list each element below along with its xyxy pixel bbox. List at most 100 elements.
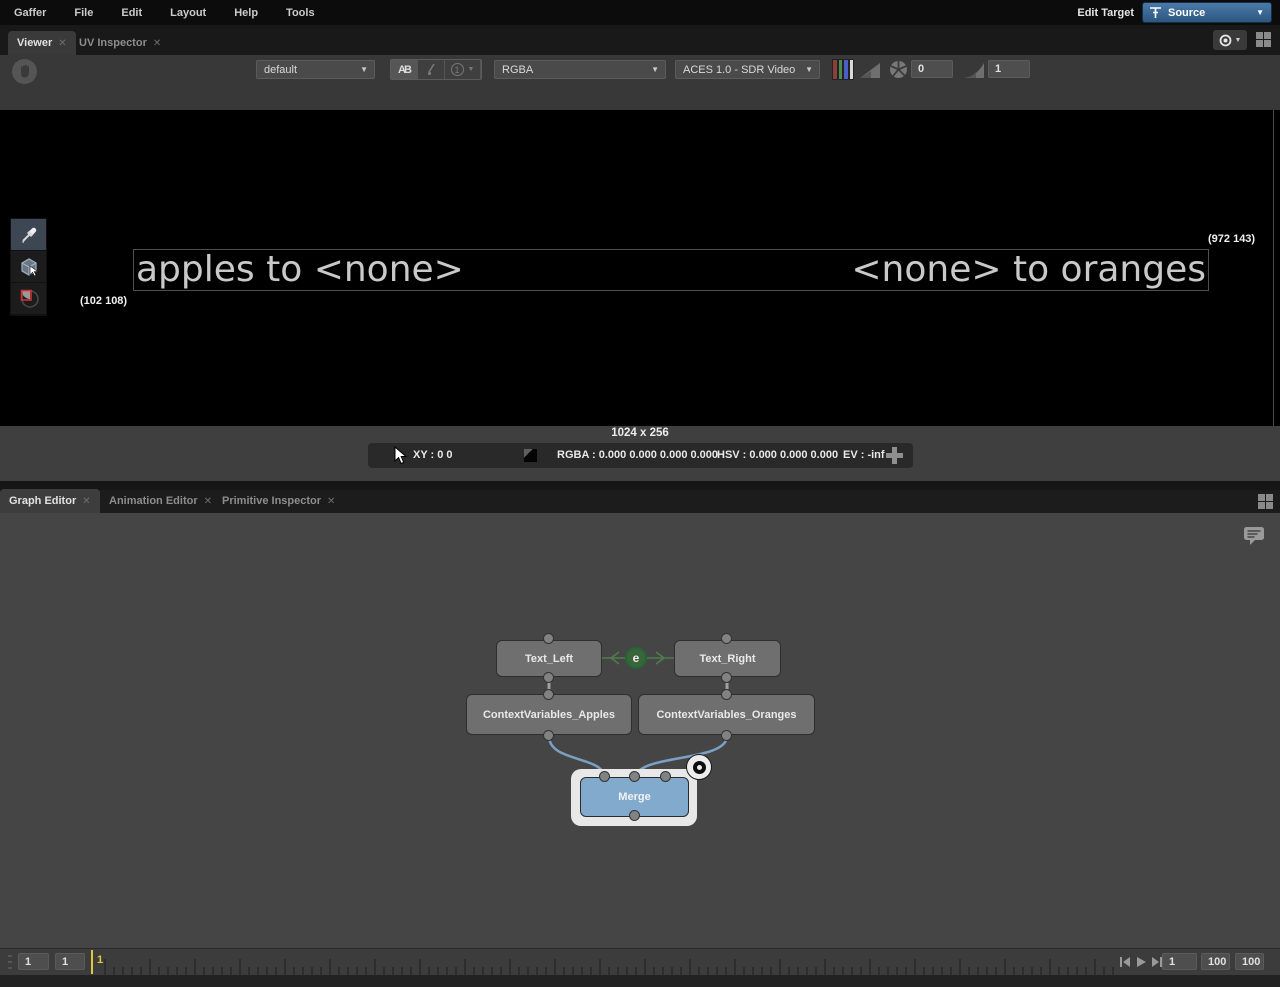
- timeline-bottom-edge: [0, 975, 1280, 987]
- frame-value: 1: [1169, 956, 1175, 968]
- tab-graph-editor-label: Graph Editor: [9, 495, 76, 507]
- playhead-frame-label: 1: [97, 954, 103, 966]
- close-icon[interactable]: ✕: [58, 38, 66, 49]
- tab-primitive-inspector-label: Primitive Inspector: [222, 495, 321, 507]
- menu-layout[interactable]: Layout: [156, 7, 220, 19]
- plug-cv-apples-in[interactable]: [543, 689, 554, 700]
- viewer-focus-menu-button[interactable]: ▼: [1213, 30, 1247, 50]
- channels-dropdown[interactable]: RGBA ▼: [494, 60, 666, 79]
- compare-image-menu-button[interactable]: 1 ▼: [445, 60, 481, 79]
- node-expression[interactable]: e: [625, 647, 647, 669]
- close-icon[interactable]: ✕: [327, 496, 335, 507]
- cube-cursor-icon: [18, 256, 40, 278]
- node-text-left-label: Text_Left: [525, 653, 573, 665]
- plug-merge-in0[interactable]: [599, 771, 610, 782]
- play-icon[interactable]: [1135, 956, 1147, 968]
- plus-icon[interactable]: [886, 447, 903, 464]
- menu-tools[interactable]: Tools: [272, 7, 329, 19]
- tab-animation-editor-label: Animation Editor: [109, 495, 198, 507]
- close-icon[interactable]: ✕: [82, 496, 90, 507]
- graph-editor-canvas[interactable]: Text_Left Text_Right ContextVariables_Ap…: [0, 513, 1280, 948]
- node-merge-label: Merge: [618, 791, 650, 803]
- exposure-field[interactable]: 0: [911, 60, 953, 78]
- plug-text-left-out[interactable]: [543, 672, 554, 683]
- range-start-value: 1: [25, 956, 31, 968]
- display-transform-dropdown[interactable]: default ▼: [256, 60, 375, 79]
- plug-text-right-in[interactable]: [721, 633, 732, 644]
- compare-ab-label: AB: [398, 64, 410, 76]
- color-picker-tool-button[interactable]: [11, 219, 46, 251]
- tab-graph-editor[interactable]: Graph Editor ✕: [0, 489, 100, 513]
- tab-uv-inspector-label: UV Inspector: [79, 37, 147, 49]
- timeline-playhead[interactable]: [91, 950, 93, 974]
- compare-ab-button[interactable]: AB: [391, 60, 418, 79]
- source-scope-icon: [1149, 6, 1162, 19]
- edit-target-source-dropdown[interactable]: Source ▼: [1142, 2, 1272, 23]
- rendered-image: apples to <none> <none> to oranges: [133, 249, 1209, 291]
- channel-solo-icon[interactable]: [832, 59, 854, 80]
- close-icon[interactable]: ✕: [204, 496, 212, 507]
- plug-cv-apples-out[interactable]: [543, 730, 554, 741]
- node-expression-label: e: [633, 651, 640, 665]
- timeline-grip[interactable]: [8, 955, 12, 971]
- plug-text-left-in[interactable]: [543, 633, 554, 644]
- crop-window-tool-button[interactable]: [11, 283, 46, 315]
- record-target-icon: [1219, 34, 1232, 47]
- timeline-frame-field[interactable]: 1: [1162, 953, 1197, 970]
- histogram-ramp-icon[interactable]: [858, 60, 882, 80]
- compare-wipe-button[interactable]: [418, 60, 445, 79]
- image-text-right: <none> to oranges: [851, 249, 1208, 291]
- crop-window-icon: [18, 288, 40, 310]
- node-contextvariables-oranges[interactable]: ContextVariables_Oranges: [638, 694, 815, 735]
- node-contextvariables-apples[interactable]: ContextVariables_Apples: [466, 694, 632, 735]
- colorspace-dropdown[interactable]: ACES 1.0 - SDR Video ▼: [675, 60, 820, 79]
- menu-gaffer[interactable]: Gaffer: [0, 7, 60, 19]
- timeline-end-field[interactable]: 100: [1201, 953, 1230, 970]
- exposure-aperture-icon[interactable]: [888, 59, 909, 80]
- plug-cv-oranges-out[interactable]: [721, 730, 732, 741]
- tab-viewer[interactable]: Viewer ✕: [8, 31, 76, 55]
- tab-viewer-label: Viewer: [17, 37, 52, 49]
- image-text-left: apples to <none>: [134, 249, 464, 291]
- skip-to-start-icon[interactable]: [1119, 956, 1131, 968]
- pixel-status-bar: XY : 0 0 RGBA : 0.000 0.000 0.000 0.000 …: [368, 443, 913, 468]
- tab-primitive-inspector[interactable]: Primitive Inspector ✕: [213, 489, 344, 513]
- dropdown-arrow-icon: ▼: [651, 65, 665, 74]
- menubar: Gaffer File Edit Layout Help Tools Edit …: [0, 0, 1280, 25]
- status-rgba: RGBA : 0.000 0.000 0.000 0.000: [557, 449, 718, 461]
- timeline-range-start-field[interactable]: 1: [18, 953, 49, 970]
- timeline-range-end-field[interactable]: 100: [1235, 953, 1264, 970]
- gamma-field[interactable]: 1: [988, 60, 1030, 78]
- menu-edit[interactable]: Edit: [107, 7, 156, 19]
- wipe-icon: [425, 63, 437, 77]
- colorspace-value: ACES 1.0 - SDR Video: [676, 64, 805, 76]
- pan-tool-button[interactable]: [12, 59, 37, 84]
- node-contextvariables-apples-label: ContextVariables_Apples: [483, 709, 615, 721]
- end-value: 100: [1208, 956, 1226, 968]
- close-icon[interactable]: ✕: [153, 38, 161, 49]
- timeline-ruler[interactable]: [104, 949, 1114, 975]
- pixel-color-swatch: [524, 449, 537, 462]
- focus-ring-icon[interactable]: [686, 754, 712, 780]
- dropdown-arrow-icon: ▼: [805, 65, 819, 74]
- gamma-curve-icon[interactable]: [962, 60, 986, 80]
- plug-merge-out[interactable]: [629, 810, 640, 821]
- tab-animation-editor[interactable]: Animation Editor ✕: [100, 489, 221, 513]
- image-resolution-label: 1024 x 256: [0, 427, 1280, 439]
- layout-grid-icon[interactable]: [1258, 494, 1273, 509]
- selection-tool-button[interactable]: [11, 251, 46, 283]
- hand-icon: [18, 64, 32, 79]
- plug-text-right-out[interactable]: [721, 672, 732, 683]
- tab-uv-inspector[interactable]: UV Inspector ✕: [70, 31, 170, 55]
- eyedropper-icon: [20, 226, 38, 244]
- plug-cv-oranges-in[interactable]: [721, 689, 732, 700]
- menu-help[interactable]: Help: [220, 7, 272, 19]
- menu-file[interactable]: File: [60, 7, 107, 19]
- plug-merge-in1[interactable]: [629, 771, 640, 782]
- timeline-current-start-field[interactable]: 1: [55, 953, 85, 970]
- plug-merge-in2[interactable]: [660, 771, 671, 782]
- layout-grid-icon[interactable]: [1256, 32, 1271, 47]
- viewport-edge: [1273, 110, 1274, 426]
- viewer-tabbar: Viewer ✕ UV Inspector ✕ ▼: [0, 25, 1280, 55]
- status-hsv: HSV : 0.000 0.000 0.000: [717, 449, 838, 461]
